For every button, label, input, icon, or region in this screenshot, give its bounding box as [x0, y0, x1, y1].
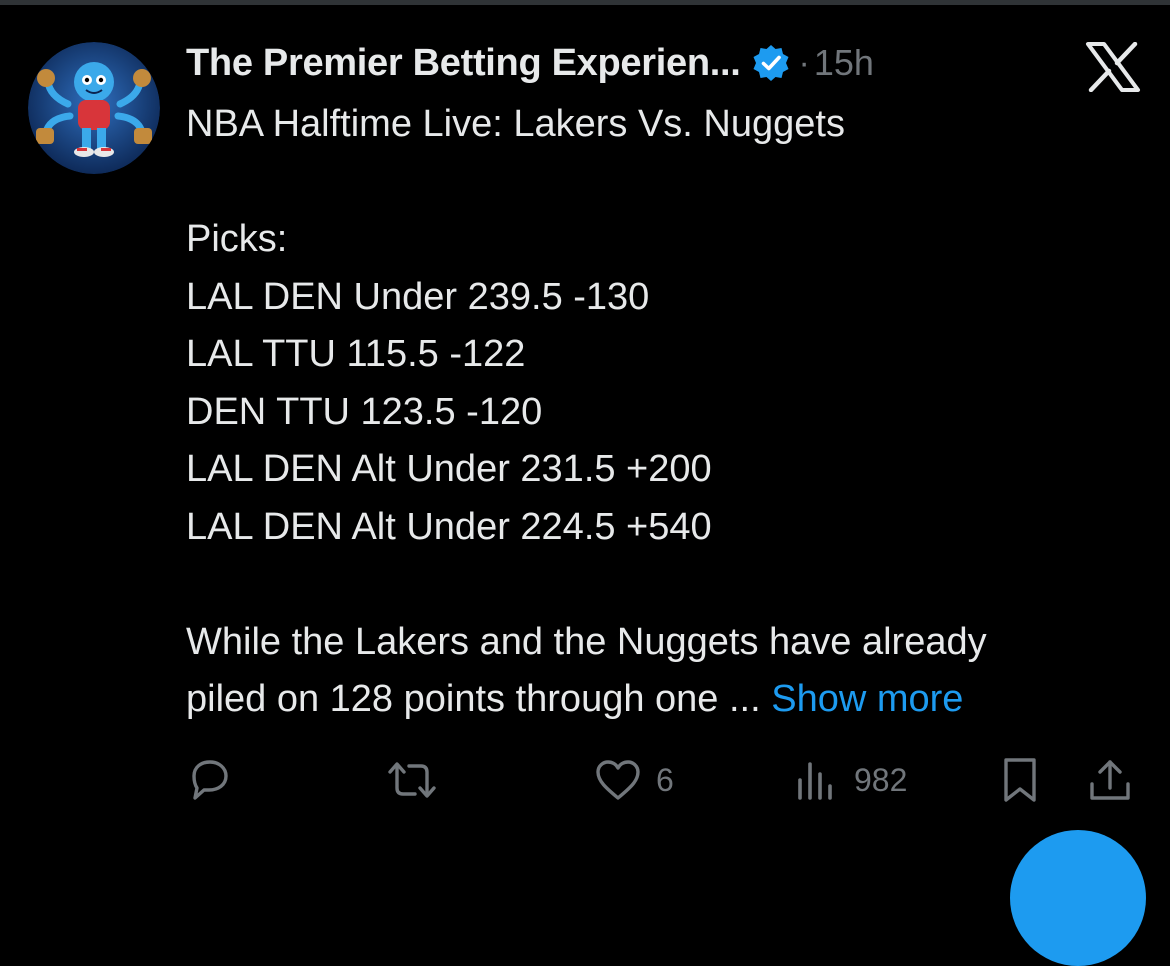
bookmark-button[interactable]: [994, 752, 1046, 808]
avatar-image: [28, 42, 160, 174]
reply-icon: [192, 760, 228, 800]
reply-button[interactable]: [184, 752, 248, 808]
author-display-name[interactable]: The Premier Betting Experien...: [186, 42, 741, 85]
x-logo-icon: [1085, 41, 1141, 93]
tweet-timestamp[interactable]: 15h: [814, 42, 874, 84]
compose-button[interactable]: [1010, 830, 1146, 966]
body-text-line: piled on 128 points through one ... Show…: [186, 671, 1146, 729]
pick-item: LAL DEN Alt Under 231.5 +200: [186, 448, 712, 490]
retweet-icon: [388, 762, 436, 798]
views-chart-icon: [798, 762, 832, 800]
share-icon: [1090, 760, 1130, 800]
picks-label: Picks:: [186, 218, 288, 260]
avatar[interactable]: [28, 42, 160, 174]
header-separator: ·: [798, 43, 810, 82]
body-text-line: While the Lakers and the Nuggets have al…: [186, 620, 987, 663]
tweet-header: The Premier Betting Experien... · 15h: [186, 38, 874, 88]
body-text-truncated: piled on 128 points through one ...: [186, 678, 761, 720]
tweet-title: NBA Halftime Live: Lakers Vs. Nuggets: [186, 103, 845, 145]
retweet-button[interactable]: [384, 752, 452, 808]
show-more-link[interactable]: Show more: [771, 678, 963, 720]
top-divider: [0, 0, 1170, 5]
views-count: 982: [854, 761, 908, 798]
pick-item: DEN TTU 123.5 -120: [186, 390, 543, 433]
like-count: 6: [656, 761, 674, 798]
views-button[interactable]: 982: [790, 752, 907, 808]
verified-badge-icon: [751, 43, 791, 83]
heart-icon: [596, 760, 640, 800]
pick-item: LAL DEN Alt Under 224.5 +540: [186, 505, 712, 548]
pick-item: LAL DEN Under 239.5 -130: [186, 275, 650, 318]
like-button[interactable]: 6: [592, 752, 674, 808]
share-button[interactable]: [1084, 752, 1136, 808]
tweet-body: NBA Halftime Live: Lakers Vs. Nuggets Pi…: [186, 96, 1146, 729]
bookmark-icon: [1004, 758, 1036, 802]
pick-item: LAL TTU 115.5 -122: [186, 333, 526, 375]
action-bar: 6 982: [0, 752, 1170, 808]
